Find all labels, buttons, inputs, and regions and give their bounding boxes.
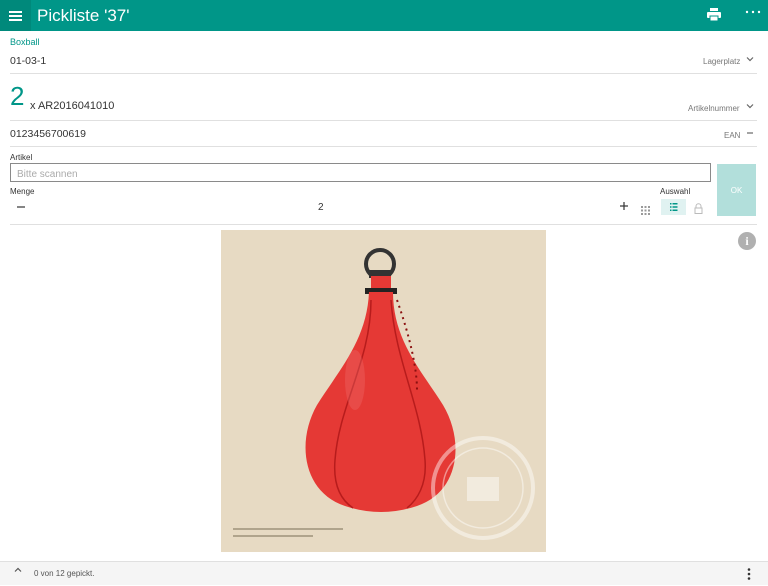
ean-value: 0123456700619	[10, 128, 86, 140]
list-view-button[interactable]	[661, 199, 686, 215]
amount-label: Menge	[10, 187, 35, 196]
location-value: 01-03-1	[10, 55, 47, 67]
pick-progress-status: 0 von 12 gepickt.	[34, 569, 95, 578]
pick-quantity: 2	[10, 81, 25, 111]
increase-button[interactable]	[619, 199, 629, 214]
list-icon	[670, 203, 678, 211]
page-title: Pickliste '37'	[37, 6, 130, 25]
collapse-icon[interactable]	[746, 129, 754, 139]
ok-button[interactable]: OK	[717, 164, 756, 216]
article-scan-input[interactable]	[11, 166, 710, 183]
hamburger-icon	[9, 11, 22, 21]
article-number-label[interactable]: Artikelnummer	[688, 104, 740, 113]
divider	[10, 120, 757, 121]
more-vert-icon[interactable]	[746, 567, 752, 581]
lock-icon[interactable]	[694, 201, 703, 219]
chevron-down-icon[interactable]	[746, 102, 754, 112]
divider	[10, 224, 757, 225]
article-scan-input-wrapper	[10, 163, 711, 183]
location-label[interactable]: Lagerplatz	[703, 57, 740, 66]
divider	[10, 73, 757, 74]
chevron-down-icon[interactable]	[746, 55, 754, 65]
product-image	[221, 230, 546, 552]
amount-value[interactable]: 2	[318, 202, 324, 213]
grid-icon[interactable]	[641, 202, 650, 220]
app-bar: Pickliste '37'	[0, 0, 768, 31]
print-icon[interactable]	[706, 8, 722, 22]
item-name: Boxball	[10, 37, 40, 47]
decrease-button[interactable]	[16, 200, 26, 215]
ean-label[interactable]: EAN	[724, 131, 740, 140]
article-number-value: x AR2016041010	[30, 100, 115, 112]
footer-bar: 0 von 12 gepickt.	[0, 561, 768, 585]
article-field-label: Artikel	[10, 153, 33, 162]
info-icon[interactable]: i	[738, 232, 756, 250]
menu-button[interactable]	[0, 0, 31, 31]
selection-label: Auswahl	[660, 187, 691, 196]
divider	[10, 146, 757, 147]
more-options-icon[interactable]	[744, 5, 762, 19]
chevron-up-icon[interactable]	[14, 566, 22, 576]
